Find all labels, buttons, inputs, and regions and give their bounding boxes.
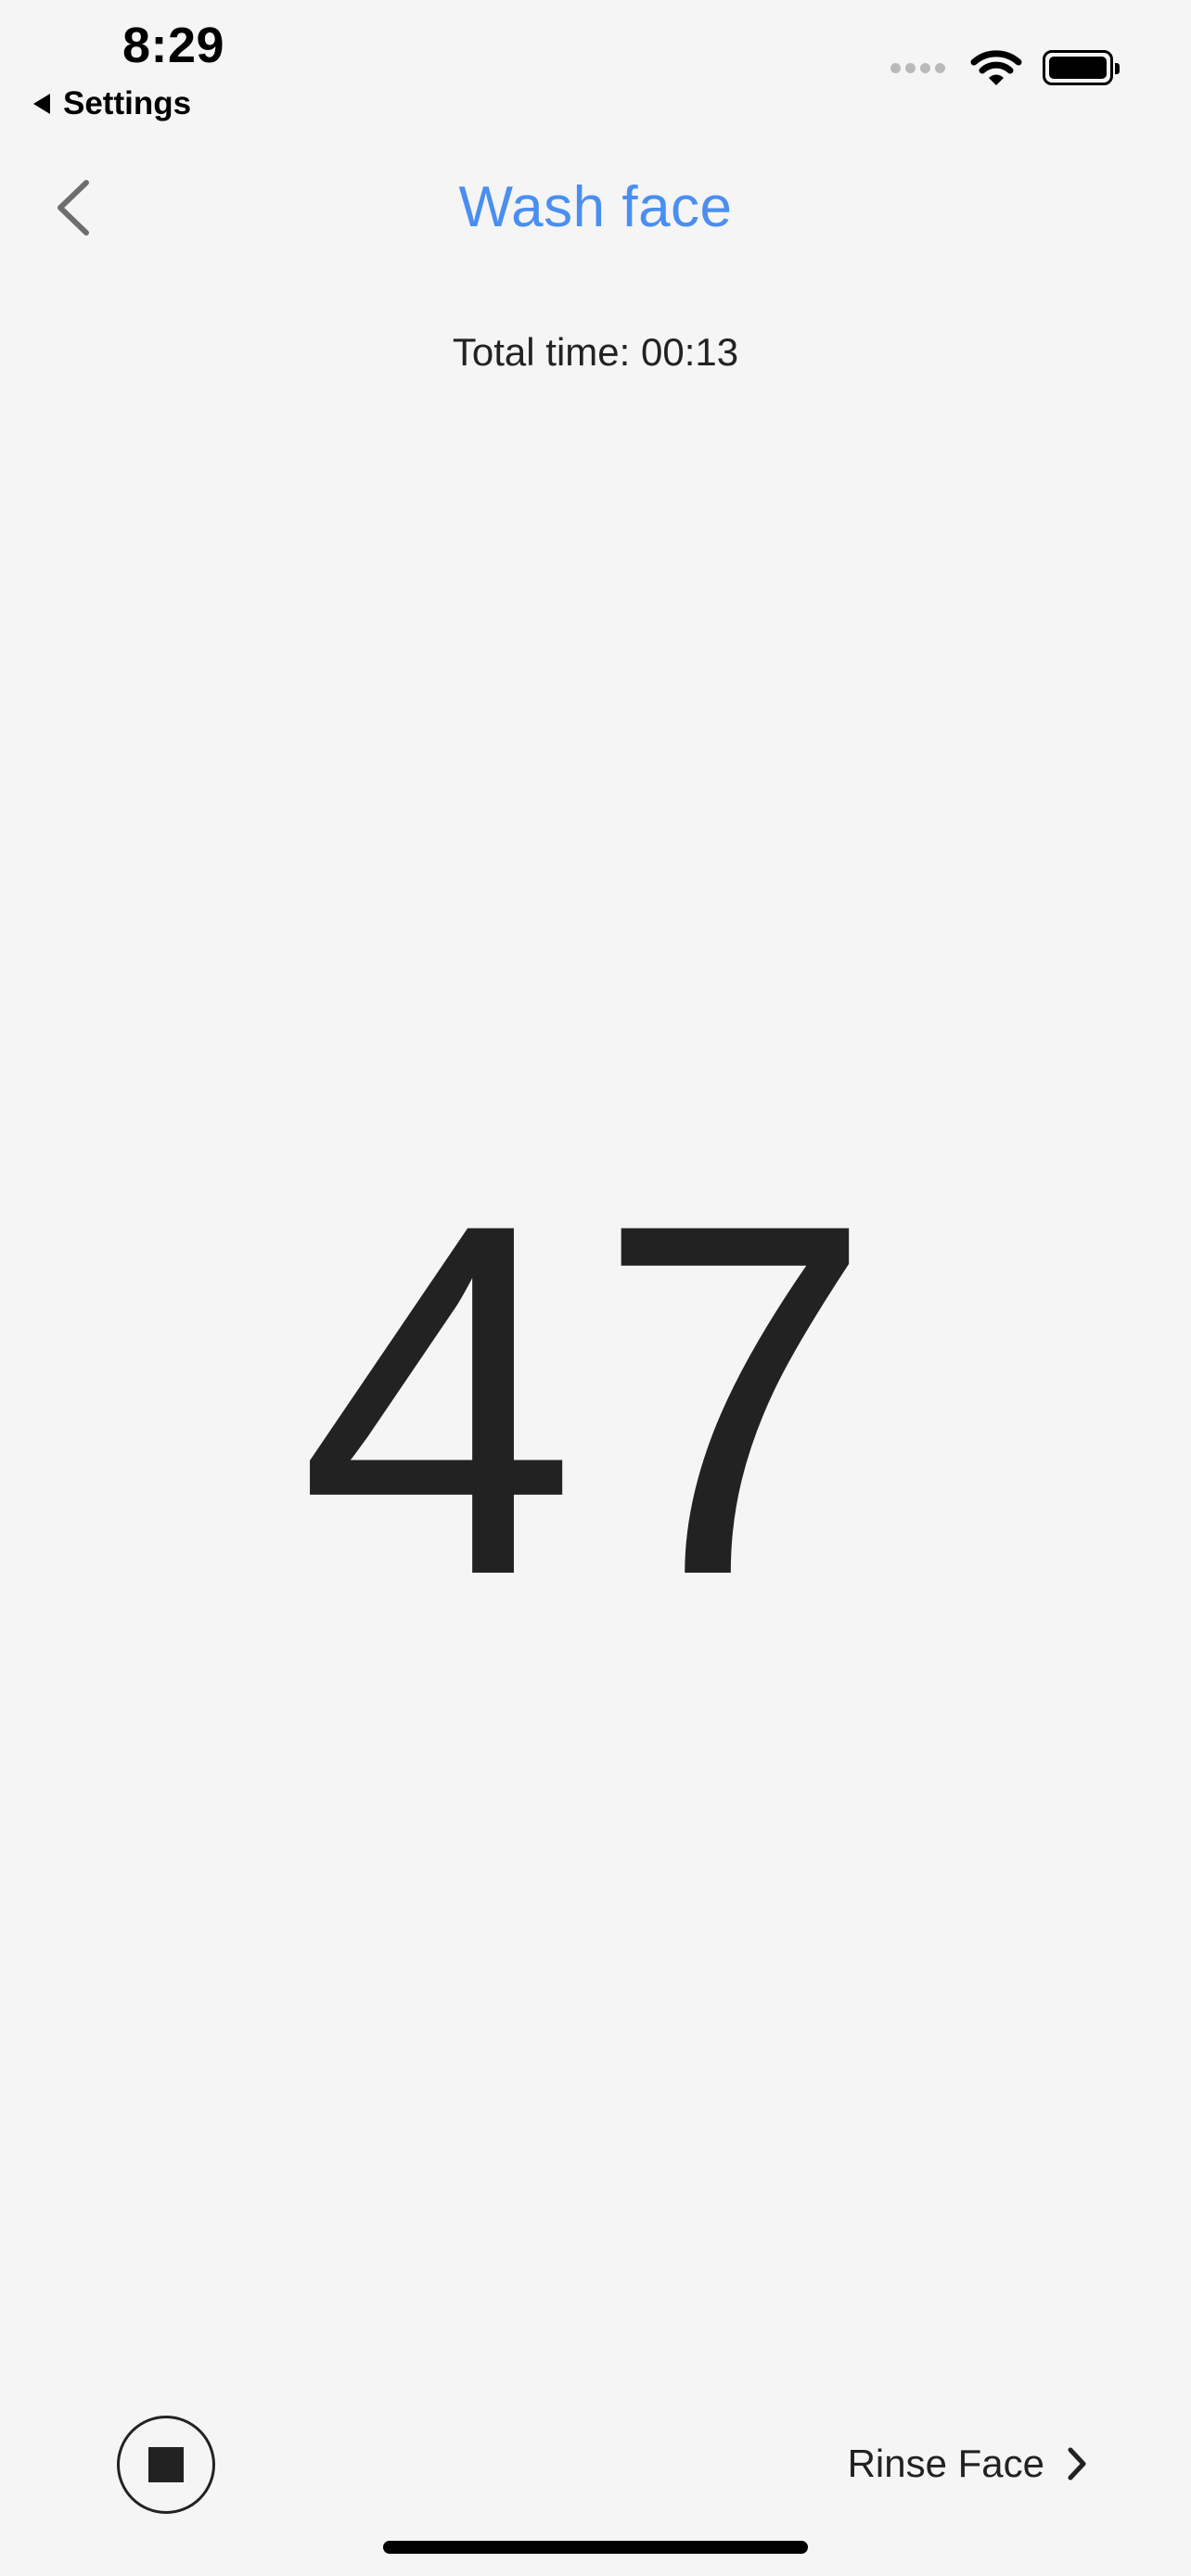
battery-icon [1043,50,1120,85]
total-time-value: 00:13 [640,330,739,374]
home-indicator[interactable] [383,2541,808,2554]
status-back-to-app[interactable]: Settings [33,83,191,124]
next-step-label: Rinse Face [847,2442,1044,2485]
back-triangle-icon [33,94,50,114]
stop-button[interactable] [117,2416,215,2514]
total-time: Total time: 00:13 [0,330,1191,375]
stop-icon [148,2447,184,2482]
wifi-icon [970,50,1022,85]
status-time: 8:29 [122,18,225,73]
status-back-label: Settings [63,85,192,121]
total-time-label: Total time: [452,330,631,374]
page-title: Wash face [458,175,733,239]
timer-screen: 8:29 Settings Wash face Total time: 00:1… [0,0,1191,2576]
chevron-right-icon [1068,2447,1086,2480]
next-step-button[interactable]: Rinse Face [848,2431,1089,2496]
cellular-signal-icon [890,62,950,73]
countdown-seconds: 47 [298,1120,893,1679]
status-indicators [890,45,1120,91]
